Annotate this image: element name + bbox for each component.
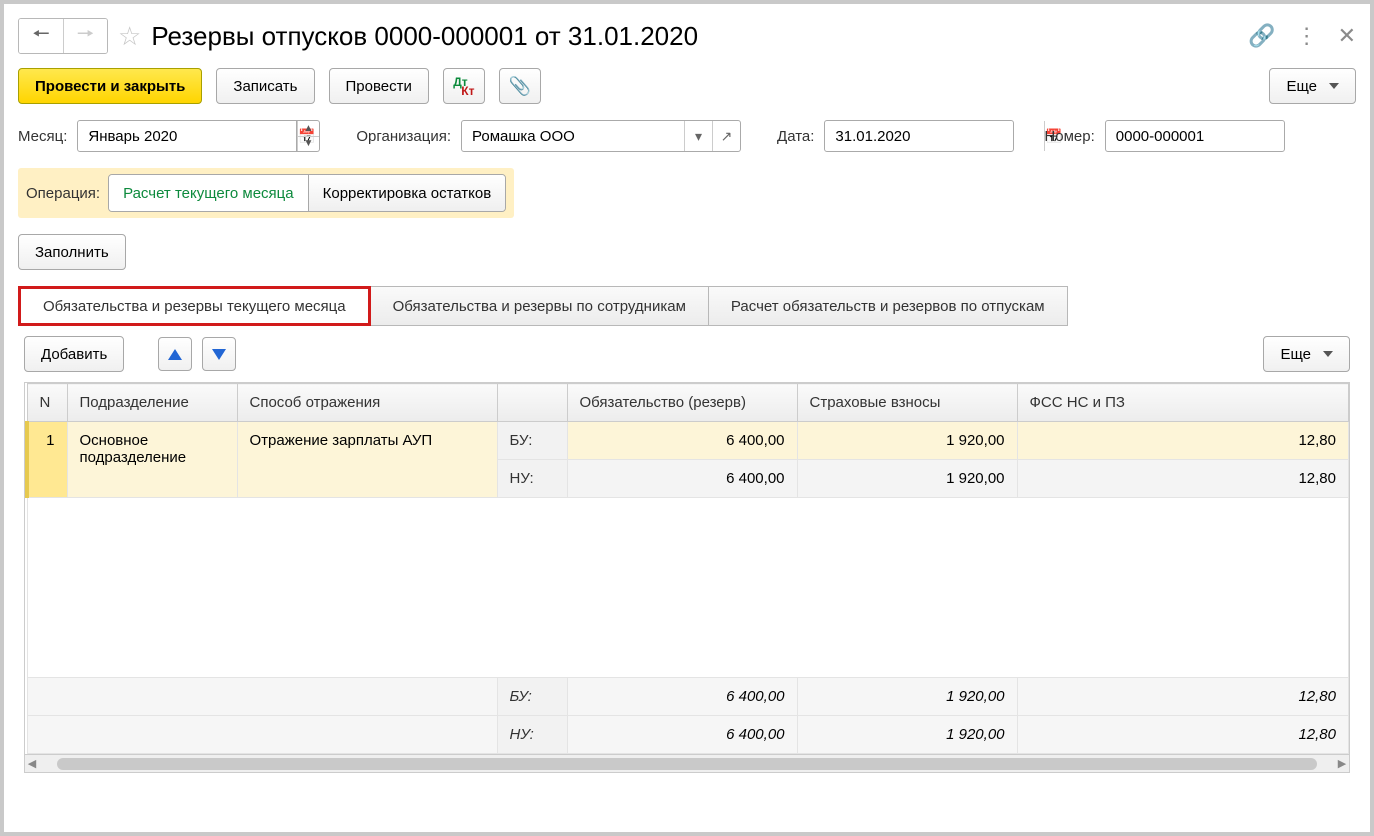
cell-nu-insurance: 1 920,00 [797, 460, 1017, 498]
col-insurance[interactable]: Страховые взносы [797, 384, 1017, 422]
date-label: Дата: [777, 128, 814, 145]
operation-current-toggle[interactable]: Расчет текущего месяца [109, 175, 308, 211]
open-icon[interactable]: ↗ [712, 121, 740, 151]
fill-button[interactable]: Заполнить [18, 234, 126, 270]
table-row[interactable]: 1 Основное подразделение Отражение зарпл… [27, 422, 1349, 460]
cell-bu-obligation: 6 400,00 [567, 422, 797, 460]
cell-nu-obligation: 6 400,00 [567, 460, 797, 498]
operation-adjust-toggle[interactable]: Корректировка остатков [308, 175, 506, 211]
dtkt-button[interactable]: ДтКт [443, 68, 485, 104]
col-method[interactable]: Способ отражения [237, 384, 497, 422]
month-label: Месяц: [18, 128, 67, 145]
org-input[interactable] [462, 121, 684, 151]
total-bu-insurance: 1 920,00 [797, 678, 1017, 716]
paperclip-icon: 📎 [509, 76, 531, 97]
move-down-button[interactable] [202, 337, 236, 371]
nav-back-button[interactable]: 🠔 [19, 19, 63, 53]
org-label: Организация: [356, 128, 451, 145]
arrow-down-icon [212, 349, 226, 360]
cell-n: 1 [27, 422, 67, 498]
favorite-icon[interactable]: ☆ [118, 21, 141, 52]
more-menu-icon[interactable]: ⋮ [1296, 23, 1318, 49]
cell-nu-label: НУ: [497, 460, 567, 498]
cell-bu-fss: 12,80 [1017, 422, 1349, 460]
number-input[interactable] [1106, 121, 1325, 151]
col-n[interactable]: N [27, 384, 67, 422]
post-button[interactable]: Провести [329, 68, 429, 104]
grid-more-button[interactable]: Еще [1263, 336, 1350, 372]
total-row-nu: НУ: 6 400,00 1 920,00 12,80 [27, 716, 1349, 754]
total-bu-obligation: 6 400,00 [567, 678, 797, 716]
col-accounting[interactable] [497, 384, 567, 422]
total-bu-label: БУ: [497, 678, 567, 716]
attach-button[interactable]: 📎 [499, 68, 541, 104]
move-up-button[interactable] [158, 337, 192, 371]
nav-group: 🠔 🠖 [18, 18, 108, 54]
cell-bu-insurance: 1 920,00 [797, 422, 1017, 460]
cell-method: Отражение зарплаты АУП [237, 422, 497, 498]
number-label: Номер: [1044, 128, 1094, 145]
total-nu-obligation: 6 400,00 [567, 716, 797, 754]
total-nu-label: НУ: [497, 716, 567, 754]
month-stepper[interactable]: ▲▼ [297, 120, 320, 152]
more-button[interactable]: Еще [1269, 68, 1356, 104]
post-and-close-button[interactable]: Провести и закрыть [18, 68, 202, 104]
total-bu-fss: 12,80 [1017, 678, 1349, 716]
arrow-up-icon [168, 349, 182, 360]
col-dept[interactable]: Подразделение [67, 384, 237, 422]
chevron-down-icon[interactable]: ▾ [684, 121, 712, 151]
nav-forward-button[interactable]: 🠖 [63, 19, 107, 53]
tab-by-employees[interactable]: Обязательства и резервы по сотрудникам [371, 286, 709, 326]
col-fss[interactable]: ФСС НС и ПЗ [1017, 384, 1349, 422]
empty-space [27, 498, 1349, 678]
link-icon[interactable]: 🔗 [1248, 23, 1275, 49]
horizontal-scrollbar[interactable]: ◀▶ [25, 754, 1349, 772]
total-nu-fss: 12,80 [1017, 716, 1349, 754]
operation-label: Операция: [26, 185, 100, 202]
cell-dept: Основное подразделение [67, 422, 237, 498]
save-button[interactable]: Записать [216, 68, 314, 104]
data-grid: N Подразделение Способ отражения Обязате… [24, 382, 1350, 773]
tab-current-month[interactable]: Обязательства и резервы текущего месяца [18, 286, 371, 326]
date-input[interactable] [825, 121, 1044, 151]
total-row-bu: БУ: 6 400,00 1 920,00 12,80 [27, 678, 1349, 716]
total-nu-insurance: 1 920,00 [797, 716, 1017, 754]
add-button[interactable]: Добавить [24, 336, 124, 372]
cell-bu-label: БУ: [497, 422, 567, 460]
page-title: Резервы отпусков 0000-000001 от 31.01.20… [151, 21, 698, 52]
month-input[interactable] [78, 121, 297, 151]
col-obligation[interactable]: Обязательство (резерв) [567, 384, 797, 422]
cell-nu-fss: 12,80 [1017, 460, 1349, 498]
tab-calculation[interactable]: Расчет обязательств и резервов по отпуск… [709, 286, 1068, 326]
close-icon[interactable]: ✕ [1338, 23, 1356, 49]
